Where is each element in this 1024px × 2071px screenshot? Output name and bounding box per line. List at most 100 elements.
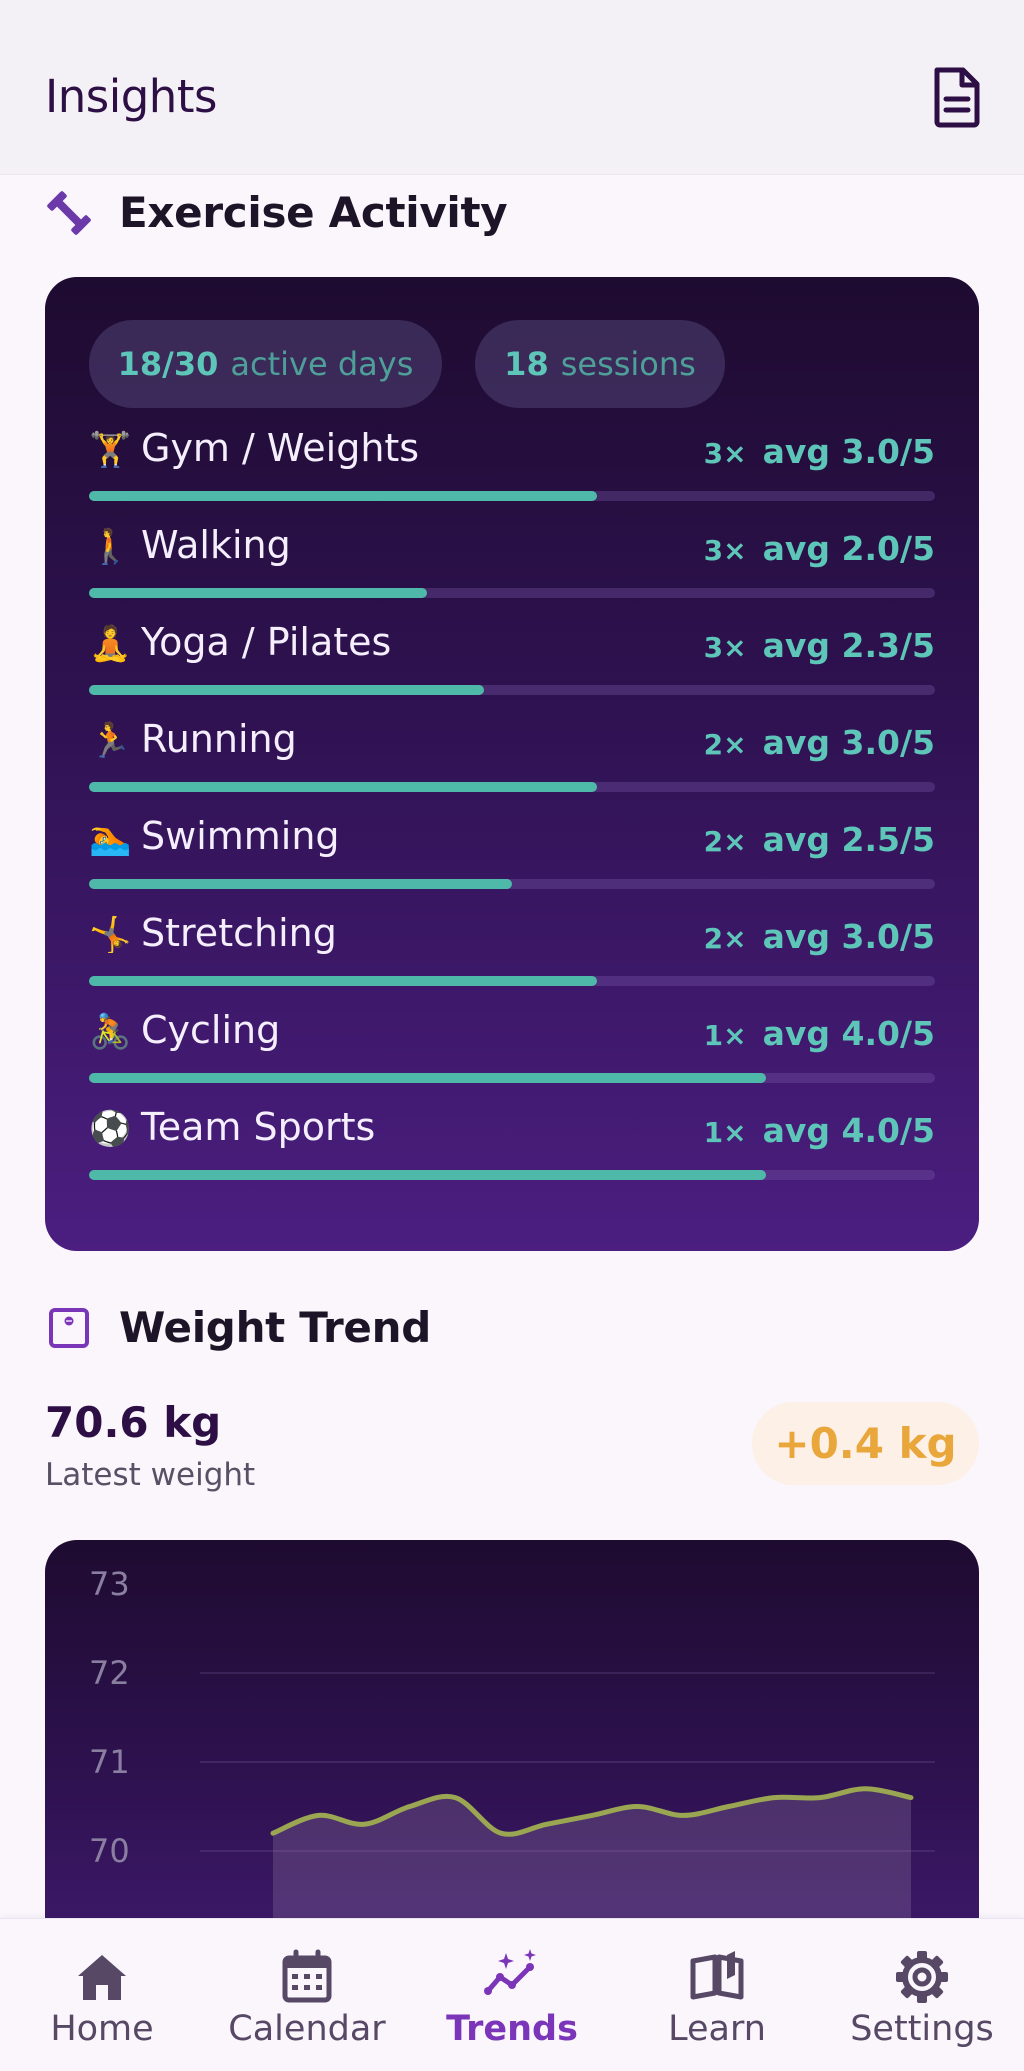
trends-icon (484, 1949, 536, 1995)
calendar-icon (282, 1949, 332, 2003)
document-icon[interactable] (931, 66, 983, 128)
activity-row: 🚶 Walking 3× avg 2.0/5 (89, 521, 935, 601)
gear-icon (896, 1951, 948, 2003)
y-tick-label: 71 (89, 1743, 130, 1781)
activity-progress-track (89, 879, 935, 889)
activity-avg: avg 2.0/5 (762, 529, 935, 568)
activity-avg: avg 3.0/5 (762, 917, 935, 956)
activity-row: 🧘 Yoga / Pilates 3× avg 2.3/5 (89, 618, 935, 698)
nav-label: Settings (850, 2009, 994, 2049)
activity-progress-fill (89, 491, 597, 501)
page-title: Insights (45, 70, 217, 123)
exercise-section-header: Exercise Activity (45, 188, 508, 237)
latest-weight-value: 70.6 kg (45, 1398, 222, 1447)
activity-stats: 3× avg 3.0/5 (704, 432, 935, 471)
activity-stats: 1× avg 4.0/5 (704, 1014, 935, 1053)
weight-delta-badge: +0.4 kg (752, 1402, 979, 1485)
exercise-card: 18/30 active days 18 sessions 🏋 Gym / Wei… (45, 277, 979, 1251)
activity-progress-fill (89, 685, 485, 695)
activity-row: 🚴 Cycling 1× avg 4.0/5 (89, 1006, 935, 1086)
activity-icon: 🏊 (89, 818, 132, 858)
activity-avg: avg 4.0/5 (762, 1111, 935, 1150)
nav-label: Trends (446, 2009, 578, 2049)
active-days-pill: 18/30 active days (89, 320, 442, 408)
activity-stats: 2× avg 2.5/5 (704, 820, 935, 859)
activity-name: Gym / Weights (141, 426, 420, 470)
sessions-unit: sessions (560, 345, 696, 383)
activity-icon: 🚴 (89, 1012, 132, 1052)
activity-progress-track (89, 782, 935, 792)
activity-count: 3× (703, 631, 747, 664)
activity-progress-fill (89, 879, 512, 889)
section-title: Exercise Activity (119, 188, 508, 237)
activity-progress-fill (89, 1170, 766, 1180)
nav-item-home[interactable]: Home (0, 1919, 204, 2071)
bottom-nav: Home Calendar Trends Learn Settings (0, 1918, 1024, 2071)
activity-name: Swimming (141, 814, 340, 858)
activity-name: Yoga / Pilates (141, 620, 392, 664)
activity-stats: 3× avg 2.0/5 (704, 529, 935, 568)
activity-icon: 🏃 (89, 721, 132, 761)
activity-name: Cycling (141, 1008, 281, 1052)
sessions-pill: 18 sessions (475, 320, 725, 408)
weight-chart: 73 72 71 70 (89, 1565, 935, 1960)
activity-row: 🏃 Running 2× avg 3.0/5 (89, 715, 935, 795)
activity-avg: avg 3.0/5 (762, 723, 935, 762)
activity-progress-track (89, 1073, 935, 1083)
latest-weight-label: Latest weight (45, 1457, 256, 1493)
weight-chart-card: 73 72 71 70 (45, 1540, 979, 1960)
activity-progress-fill (89, 782, 597, 792)
activity-progress-fill (89, 1073, 766, 1083)
activity-count: 2× (703, 728, 747, 761)
activity-row: 🤸 Stretching 2× avg 3.0/5 (89, 909, 935, 989)
activity-count: 3× (703, 437, 747, 470)
nav-item-learn[interactable]: Learn (615, 1919, 819, 2071)
activity-progress-track (89, 1170, 935, 1180)
activity-progress-track (89, 685, 935, 695)
home-icon (78, 1955, 126, 2000)
nav-label: Learn (668, 2009, 766, 2049)
activity-row: ⚽ Team Sports 1× avg 4.0/5 (89, 1103, 935, 1183)
nav-item-calendar[interactable]: Calendar (205, 1919, 409, 2071)
activity-progress-fill (89, 976, 597, 986)
activity-icon: ⚽ (89, 1109, 132, 1149)
activity-name: Running (141, 717, 297, 761)
section-title: Weight Trend (119, 1303, 431, 1352)
nav-label: Calendar (228, 2009, 386, 2049)
nav-item-settings[interactable]: Settings (820, 1919, 1024, 2071)
app-header: Insights (0, 0, 1024, 175)
book-icon (690, 1951, 744, 2000)
activity-icon: 🏋 (89, 430, 132, 470)
activity-icon: 🤸 (89, 915, 132, 955)
activity-count: 1× (703, 1116, 747, 1149)
nav-item-trends[interactable]: Trends (410, 1919, 614, 2071)
active-days-unit: active days (230, 345, 414, 383)
active-days-value: 18/30 (117, 345, 219, 383)
activity-progress-track (89, 976, 935, 986)
activity-stats: 1× avg 4.0/5 (704, 1111, 935, 1150)
sessions-value: 18 (504, 345, 549, 383)
activity-count: 1× (703, 1019, 747, 1052)
activity-row: 🏋 Gym / Weights 3× avg 3.0/5 (89, 424, 935, 504)
activity-avg: avg 3.0/5 (762, 432, 935, 471)
activity-progress-track (89, 491, 935, 501)
activity-stats: 2× avg 3.0/5 (704, 917, 935, 956)
activity-count: 2× (703, 922, 747, 955)
activity-count: 2× (703, 825, 747, 858)
y-tick-label: 72 (89, 1654, 130, 1692)
activity-icon: 🚶 (89, 527, 132, 567)
activity-name: Stretching (141, 911, 337, 955)
weight-section-header: Weight Trend (45, 1303, 431, 1352)
dumbbell-icon (45, 189, 93, 237)
activity-count: 3× (703, 534, 747, 567)
y-tick-label: 73 (89, 1565, 130, 1603)
activity-progress-track (89, 588, 935, 598)
activity-row: 🏊 Swimming 2× avg 2.5/5 (89, 812, 935, 892)
y-tick-label: 70 (89, 1832, 130, 1870)
activity-progress-fill (89, 588, 428, 598)
activity-name: Team Sports (141, 1105, 376, 1149)
activity-stats: 2× avg 3.0/5 (704, 723, 935, 762)
nav-label: Home (50, 2009, 154, 2049)
activity-stats: 3× avg 2.3/5 (704, 626, 935, 665)
activity-avg: avg 2.5/5 (762, 820, 935, 859)
